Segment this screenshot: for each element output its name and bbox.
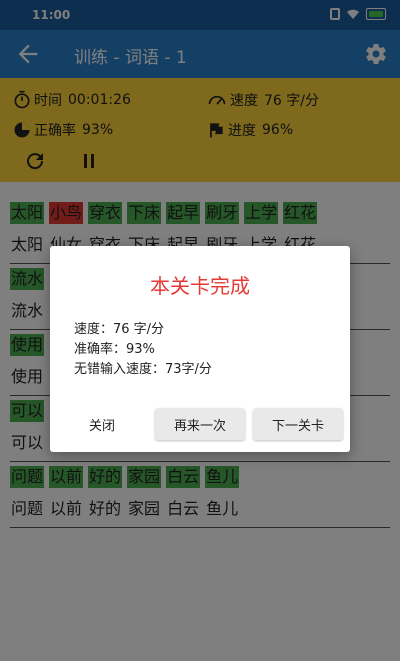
retry-button[interactable]: 再来一次: [155, 408, 245, 440]
dialog-accuracy: 准确率：93%: [74, 342, 155, 357]
level-complete-dialog: 本关卡完成 速度：76 字/分 准确率：93% 无错输入速度：73字/分 关闭 …: [50, 246, 350, 452]
close-button[interactable]: 关闭: [60, 408, 144, 440]
next-level-button[interactable]: 下一关卡: [253, 408, 343, 440]
dialog-title: 本关卡完成: [150, 274, 250, 298]
dialog-speed: 速度：76 字/分: [74, 322, 165, 337]
dialog-error-free-speed: 无错输入速度：73字/分: [74, 362, 212, 377]
